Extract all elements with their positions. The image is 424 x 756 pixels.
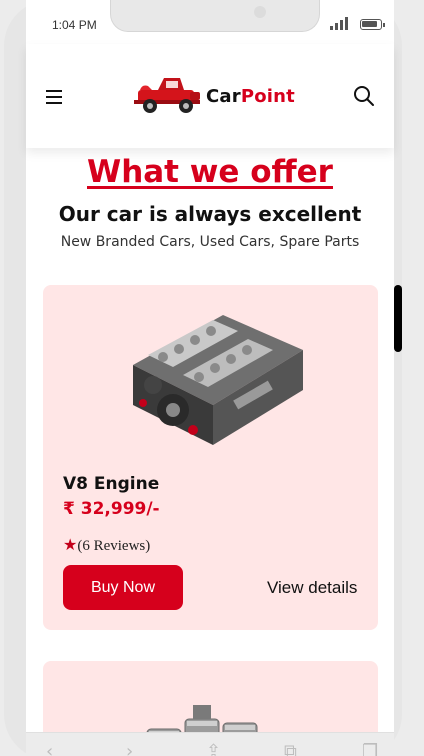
product-rating: ★(6 Reviews): [63, 535, 150, 555]
section-description: New Branded Cars, Used Cars, Spare Parts: [60, 234, 360, 250]
status-bar: 1:04 PM: [26, 12, 386, 38]
product-name: V8 Engine: [63, 474, 160, 494]
view-details-link[interactable]: View details: [267, 578, 357, 598]
back-icon[interactable]: ‹: [46, 741, 53, 756]
tabs-icon[interactable]: ❐: [362, 741, 378, 756]
scrollbar[interactable]: [394, 285, 402, 352]
phone-mockup: 1:04 PM CarPoint What we offer Our car i…: [0, 0, 424, 756]
app-header: CarPoint: [26, 44, 394, 148]
brand-name: CarPoint: [206, 86, 295, 107]
hamburger-icon[interactable]: [46, 89, 64, 105]
engine-image: [133, 315, 303, 445]
bookmarks-icon[interactable]: ⧉: [284, 741, 297, 756]
product-price: ₹ 32,999/-: [63, 499, 160, 519]
section-title: What we offer: [87, 154, 333, 190]
signal-icon: [330, 17, 350, 30]
review-count: (6 Reviews): [77, 538, 151, 554]
product-card: V8 Engine ₹ 32,999/- ★(6 Reviews) Buy No…: [43, 285, 378, 630]
browser-toolbar: ‹ › ⇪ ⧉ ❐: [26, 732, 394, 756]
brand-logo[interactable]: CarPoint: [134, 72, 314, 118]
battery-icon: [360, 19, 385, 30]
brand-name-part1: Car: [206, 86, 241, 107]
brand-name-part2: Point: [240, 86, 295, 107]
main-content: What we offer Our car is always excellen…: [26, 148, 394, 756]
truck-logo-icon: [134, 78, 200, 113]
forward-icon[interactable]: ›: [126, 741, 133, 756]
status-time: 1:04 PM: [52, 18, 97, 32]
share-icon[interactable]: ⇪: [206, 741, 221, 756]
search-icon[interactable]: [353, 85, 375, 107]
section-subtitle: Our car is always excellent: [58, 202, 362, 226]
buy-now-button[interactable]: Buy Now: [63, 565, 183, 610]
star-icon: ★: [63, 537, 78, 554]
